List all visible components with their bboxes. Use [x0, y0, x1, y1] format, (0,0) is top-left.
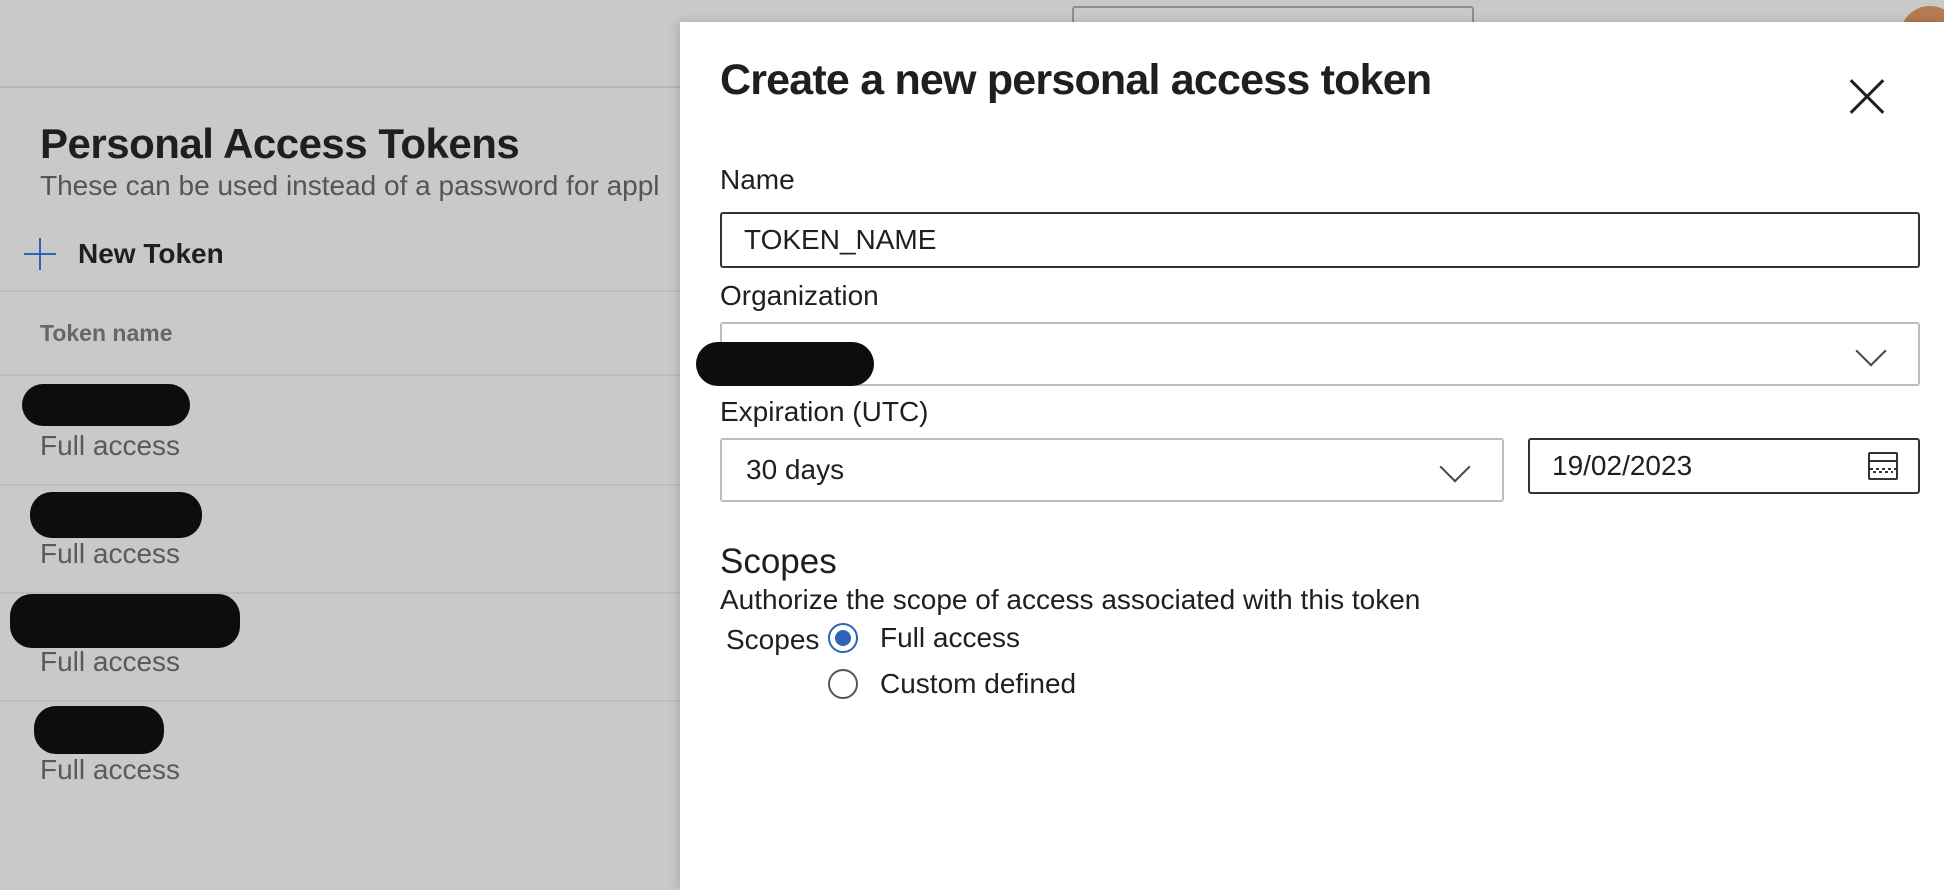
close-icon[interactable] [1840, 70, 1894, 124]
redacted-token-name [10, 594, 240, 648]
plus-icon [22, 236, 58, 272]
redacted-token-name [22, 384, 190, 426]
scope-option-full-access[interactable]: Full access [828, 622, 1020, 654]
name-label: Name [720, 164, 795, 195]
scope-option-custom-defined[interactable]: Custom defined [828, 668, 1076, 700]
panel-title: Create a new personal access token [720, 56, 1432, 104]
token-name-input[interactable] [720, 212, 1920, 268]
chevron-down-icon [1855, 335, 1887, 367]
scopes-label: Scopes [726, 624, 820, 655]
radio-checked-icon[interactable] [828, 623, 858, 653]
new-token-label: New Token [78, 238, 224, 269]
scope-option-label: Full access [880, 622, 1021, 653]
scopes-description: Authorize the scope of access associated… [720, 584, 1421, 615]
expiration-select[interactable]: 30 days [720, 438, 1504, 502]
divider [0, 290, 700, 292]
redacted-token-name [30, 492, 202, 538]
calendar-icon[interactable] [1868, 452, 1898, 480]
token-row[interactable]: Full access [0, 594, 700, 702]
scopes-heading: Scopes [720, 542, 837, 581]
organization-select[interactable] [720, 322, 1920, 386]
column-header-token-name: Token name [40, 320, 173, 346]
create-token-panel: Create a new personal access token Name … [680, 22, 1944, 890]
token-access: Full access [40, 538, 181, 569]
scope-option-label: Custom defined [880, 668, 1077, 699]
radio-unchecked-icon[interactable] [828, 669, 858, 699]
page-title: Personal Access Tokens [40, 120, 520, 167]
new-token-button[interactable]: New Token [22, 236, 224, 272]
expiration-date-value: 19/02/2023 [1552, 450, 1693, 481]
page-subtitle: These can be used instead of a password … [40, 170, 660, 201]
redacted-token-name [34, 706, 164, 754]
token-access: Full access [40, 646, 181, 677]
redacted-organization [696, 342, 874, 386]
token-row[interactable]: Full access [0, 486, 700, 594]
token-row[interactable]: Full access [0, 702, 700, 810]
chevron-down-icon [1439, 451, 1471, 483]
expiration-label: Expiration (UTC) [720, 396, 929, 427]
organization-label: Organization [720, 280, 879, 311]
token-access: Full access [40, 430, 181, 461]
expiration-value: 30 days [746, 454, 845, 485]
expiration-date-input[interactable]: 19/02/2023 [1528, 438, 1920, 494]
token-access: Full access [40, 754, 181, 785]
token-row[interactable]: Full access [0, 376, 700, 484]
